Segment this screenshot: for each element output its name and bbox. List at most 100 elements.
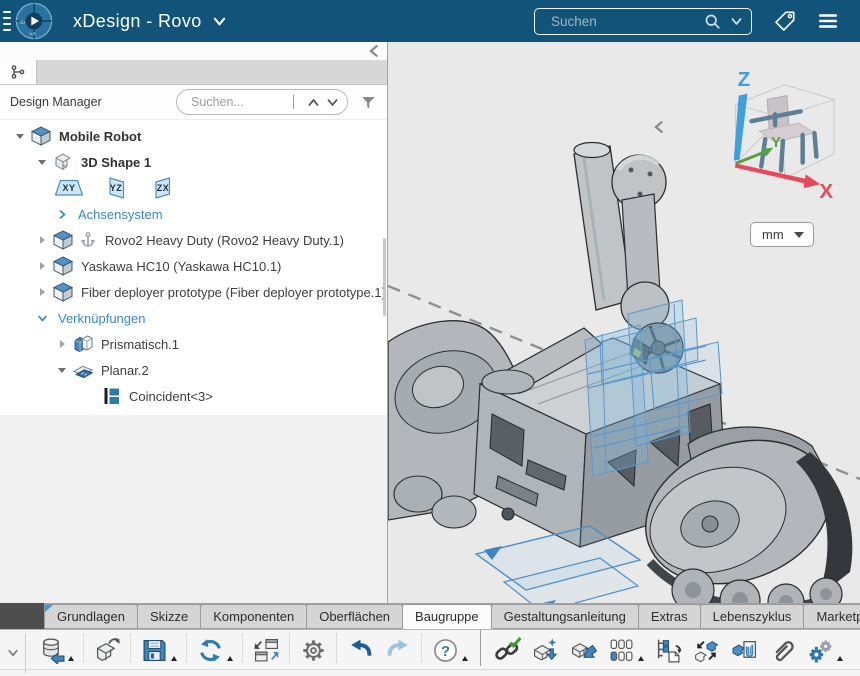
tab-gestaltungsanleitung[interactable]: Gestaltungsanleitung <box>491 604 639 629</box>
view-triad[interactable]: Y Z X <box>716 70 844 198</box>
replace-component-icon <box>693 637 720 664</box>
app-title-group[interactable]: xDesign - Rovo <box>73 11 227 32</box>
flyout-arrow[interactable] <box>171 656 177 661</box>
tree-view-tab[interactable] <box>0 60 37 84</box>
search-icon[interactable] <box>704 13 721 30</box>
tree-item-planar-2[interactable]: Planar.2 <box>0 357 387 383</box>
tree-search-input[interactable] <box>189 94 286 110</box>
3d-viewport[interactable]: Y Z X mm <box>388 42 860 603</box>
tree-item-mobile-robot[interactable]: Mobile Robot <box>0 123 387 149</box>
replace-component-button[interactable] <box>692 635 721 666</box>
kinematics-button[interactable] <box>806 635 844 666</box>
chevron-left-icon <box>652 119 666 135</box>
tree-item-3d-shape-1[interactable]: 3D Shape 1 <box>0 149 387 175</box>
tab-notification-marker <box>45 605 53 612</box>
tab-komponenten[interactable]: Komponenten <box>200 604 307 629</box>
toolbar-collapse-button[interactable] <box>0 633 26 673</box>
expand-caret[interactable] <box>34 232 50 248</box>
paperclip-icon <box>769 637 796 664</box>
flyout-arrow[interactable] <box>638 656 644 661</box>
tree-item-label: Coincident<3> <box>129 389 213 404</box>
toolbar-separator <box>289 633 290 663</box>
pattern-button[interactable] <box>607 635 645 666</box>
expand-caret[interactable] <box>34 284 50 300</box>
new-component-icon <box>532 637 559 664</box>
tab-marketplace[interactable]: Marketplace <box>803 604 860 629</box>
expand-caret[interactable] <box>34 258 50 274</box>
panel-collapse-chevron-icon[interactable] <box>367 44 381 58</box>
tree-item-coincident-3[interactable]: Coincident<3> <box>0 383 387 409</box>
top-app-bar: 3D V.R xDesign - Rovo <box>0 0 860 42</box>
tab-oberflächen[interactable]: Oberflächen <box>306 604 403 629</box>
search-scope-chevron-icon[interactable] <box>730 15 743 28</box>
paperclip-button[interactable] <box>768 635 797 666</box>
settings-icon <box>300 637 327 664</box>
y-axis-arrow[interactable]: Y <box>736 135 781 164</box>
units-chevron-icon <box>794 232 804 238</box>
tab-grundlagen[interactable]: Grundlagen <box>44 604 138 629</box>
compass-menu-icon[interactable] <box>0 0 14 42</box>
tree-item-achsensystem[interactable]: Achsensystem <box>0 201 387 227</box>
tree-search[interactable] <box>176 89 348 115</box>
plane-zx-icon[interactable]: ZX <box>148 176 178 200</box>
expand-caret <box>82 388 98 404</box>
publish-component-button[interactable] <box>730 635 759 666</box>
menu-icon[interactable] <box>817 10 839 32</box>
undo-button[interactable] <box>346 635 375 666</box>
new-component-button[interactable] <box>531 635 560 666</box>
search-next-chevron-icon[interactable] <box>326 96 339 109</box>
tree-item-label: Yaskawa HC10 (Yaskawa HC10.1) <box>81 259 281 274</box>
units-value: mm <box>762 227 794 242</box>
search-prev-chevron-icon[interactable] <box>307 96 320 109</box>
tree-scrollbar-thumb[interactable] <box>383 238 386 316</box>
data-import-button[interactable] <box>37 635 75 666</box>
tree-item-rovo2-heavy-duty-rovo2-heavy-duty-1[interactable]: Rovo2 Heavy Duty (Rovo2 Heavy Duty.1) <box>0 227 387 253</box>
flyout-arrow[interactable] <box>837 656 843 661</box>
save-button[interactable] <box>140 635 178 666</box>
tree-item-verkn-pfungen[interactable]: Verknüpfungen <box>0 305 387 331</box>
expand-caret[interactable] <box>34 310 50 326</box>
tree-item-yaskawa-hc10-yaskawa-hc10-1[interactable]: Yaskawa HC10 (Yaskawa HC10.1) <box>0 253 387 279</box>
tab-label: Gestaltungsanleitung <box>504 609 626 624</box>
expand-caret[interactable] <box>54 206 70 222</box>
viewport-panel-collapse-button[interactable] <box>650 118 668 138</box>
tree-item-fiber-deployer-prototype-fiber-deployer-prototype-1[interactable]: Fiber deployer prototype (Fiber deployer… <box>0 279 387 305</box>
expand-caret[interactable] <box>12 128 28 144</box>
tab-skizze[interactable]: Skizze <box>137 604 201 629</box>
tab-baugruppe[interactable]: Baugruppe <box>402 604 492 629</box>
redo-button[interactable] <box>384 635 413 666</box>
logo-vr-text: V.R <box>29 31 36 36</box>
units-dropdown[interactable]: mm <box>750 222 814 247</box>
update-exchange-button[interactable] <box>252 635 281 666</box>
global-search[interactable] <box>534 8 752 35</box>
flyout-arrow[interactable] <box>68 656 74 661</box>
expand-caret[interactable] <box>34 154 50 170</box>
help-button[interactable] <box>431 635 469 666</box>
tab-extras[interactable]: Extras <box>638 604 701 629</box>
derive-structure-button[interactable] <box>654 635 683 666</box>
filter-icon[interactable] <box>360 94 377 111</box>
z-axis-arrow[interactable]: Z <box>734 68 751 161</box>
app-switcher-chevron-icon[interactable] <box>212 14 227 29</box>
export-3d-button[interactable] <box>93 635 122 666</box>
tree-item-prismatisch-1[interactable]: Prismatisch.1 <box>0 331 387 357</box>
expand-caret[interactable] <box>54 336 70 352</box>
insert-component-button[interactable] <box>569 635 598 666</box>
tag-icon[interactable] <box>774 10 796 32</box>
tree-item-label: Verknüpfungen <box>58 311 145 326</box>
expand-caret[interactable] <box>54 362 70 378</box>
tab-lebenszyklus[interactable]: Lebenszyklus <box>700 604 805 629</box>
3dexperience-compass-logo[interactable]: 3D V.R <box>15 2 53 40</box>
global-search-input[interactable] <box>549 13 704 30</box>
settings-button[interactable] <box>299 635 328 666</box>
link-check-button[interactable] <box>493 635 522 666</box>
tree-planes-row[interactable]: XY YZ ZX <box>0 175 387 201</box>
flyout-arrow[interactable] <box>462 656 468 661</box>
plane-yz-icon[interactable]: YZ <box>101 176 131 200</box>
refresh-button[interactable] <box>196 635 234 666</box>
flyout-arrow[interactable] <box>227 656 233 661</box>
logo-3d-text: 3D <box>19 19 26 25</box>
prismatic-icon <box>72 333 94 355</box>
plane-xy-icon[interactable]: XY <box>54 176 84 200</box>
kinematics-icon <box>807 637 834 664</box>
